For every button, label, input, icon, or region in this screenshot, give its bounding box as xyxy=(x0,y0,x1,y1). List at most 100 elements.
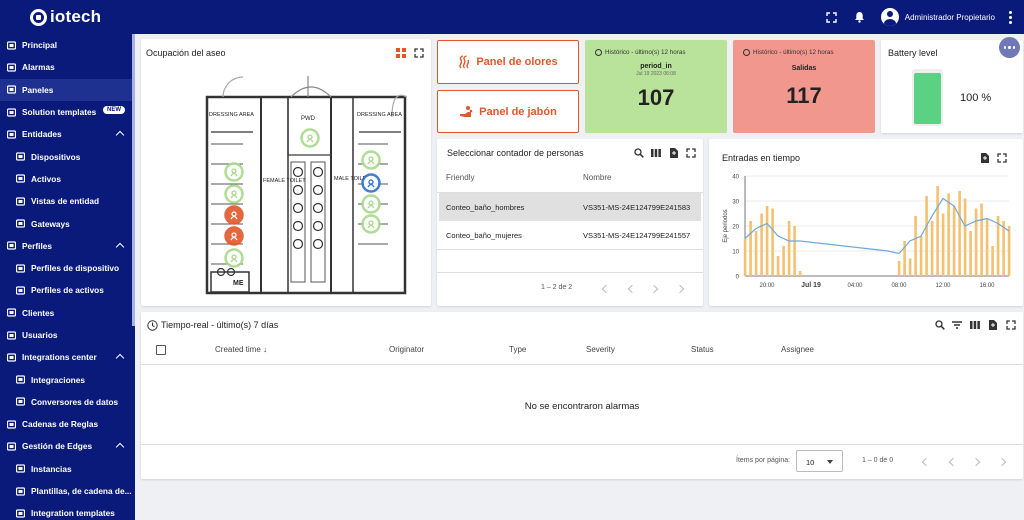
bar[interactable] xyxy=(963,198,967,277)
bar[interactable] xyxy=(771,208,774,277)
col-status[interactable]: Status xyxy=(691,345,714,354)
table-row[interactable]: Conteo_baño_mujeres VS351-MS-24E124799E2… xyxy=(439,221,701,249)
bar[interactable] xyxy=(985,218,989,277)
soap-panel-button[interactable]: Panel de jabón xyxy=(437,90,579,133)
chevron-up-icon[interactable] xyxy=(115,443,125,452)
user-avatar-icon[interactable] xyxy=(880,8,899,26)
occupancy-sensor-icon[interactable] xyxy=(361,194,381,214)
fullscreen-icon[interactable] xyxy=(825,10,839,24)
sidebar-item-entidades[interactable]: Entidades xyxy=(0,123,135,145)
bar[interactable] xyxy=(930,221,934,276)
bar[interactable] xyxy=(754,231,758,276)
bar[interactable] xyxy=(743,238,747,277)
col-assignee[interactable]: Assignee xyxy=(781,345,814,354)
occupancy-sensor-icon[interactable] xyxy=(224,226,244,246)
sidebar-item-gestión-de-edges[interactable]: Gestión de Edges xyxy=(0,435,135,457)
layout-icon[interactable] xyxy=(396,48,406,58)
export-file-icon[interactable] xyxy=(980,153,990,163)
sidebar-item-usuarios[interactable]: Usuarios xyxy=(0,324,135,346)
occupancy-sensor-icon[interactable] xyxy=(224,162,244,182)
notifications-bell-icon[interactable] xyxy=(853,10,867,24)
search-icon[interactable] xyxy=(634,148,644,158)
occupancy-sensor-icon[interactable] xyxy=(300,128,320,148)
col-severity[interactable]: Severity xyxy=(586,345,615,354)
bar[interactable] xyxy=(782,246,785,276)
bar[interactable] xyxy=(1007,226,1011,276)
fullscreen-icon[interactable] xyxy=(414,48,424,58)
bar[interactable] xyxy=(749,221,752,276)
sidebar-item-integration-templates[interactable]: Integration templates xyxy=(0,502,135,520)
sidebar-item-perfiles[interactable]: Perfiles xyxy=(0,235,135,257)
bar[interactable] xyxy=(936,186,939,276)
col-originator[interactable]: Originator xyxy=(389,345,424,354)
occupancy-sensor-icon[interactable] xyxy=(224,184,244,204)
prev-page-icon[interactable] xyxy=(948,457,958,467)
sidebar-item-conversores-de-datos[interactable]: Conversores de datos xyxy=(0,391,135,413)
bar[interactable] xyxy=(798,271,802,276)
floorplan-drawing[interactable]: DRESSING AREA PWD DRESSING AREA FEMALE T… xyxy=(203,72,408,296)
sidebar-item-cadenas-de-reglas[interactable]: Cadenas de Reglas xyxy=(0,413,135,435)
next-page-icon[interactable] xyxy=(971,457,981,467)
last-page-icon[interactable] xyxy=(675,284,685,294)
occupancy-sensor-icon[interactable] xyxy=(361,214,381,234)
sidebar-item-dispositivos[interactable]: Dispositivos xyxy=(0,145,135,167)
sidebar-item-solution-templates[interactable]: Solution templates NEW xyxy=(0,101,135,123)
prev-page-icon[interactable] xyxy=(627,284,637,294)
sidebar-item-activos[interactable]: Activos xyxy=(0,168,135,190)
sidebar-item-principal[interactable]: Principal xyxy=(0,34,135,56)
chevron-up-icon[interactable] xyxy=(115,242,125,251)
bar[interactable] xyxy=(1002,221,1005,276)
table-row[interactable]: Conteo_baño_hombres VS351-MS-24E124799E2… xyxy=(439,193,701,221)
sidebar-item-plantillas-de-cadena-de[interactable]: Plantillas, de cadena de... xyxy=(0,480,135,502)
bar[interactable] xyxy=(947,193,950,277)
sidebar-scrollbar[interactable] xyxy=(132,34,135,326)
next-page-icon[interactable] xyxy=(649,284,659,294)
odor-panel-button[interactable]: Panel de olores xyxy=(437,40,579,84)
bar[interactable] xyxy=(925,196,928,276)
bar[interactable] xyxy=(941,213,945,277)
bar[interactable] xyxy=(958,191,961,276)
more-menu-icon[interactable] xyxy=(1009,10,1012,24)
bar[interactable] xyxy=(793,226,796,276)
export-file-icon[interactable] xyxy=(988,320,998,330)
logo[interactable]: iotech xyxy=(30,7,101,27)
select-all-checkbox[interactable] xyxy=(156,345,166,355)
sidebar-item-paneles[interactable]: Paneles xyxy=(0,78,135,101)
sidebar-item-gateways[interactable]: Gateways xyxy=(0,212,135,234)
filter-icon[interactable] xyxy=(952,320,962,330)
fullscreen-icon[interactable] xyxy=(1006,320,1016,330)
bar[interactable] xyxy=(908,258,912,277)
bar[interactable] xyxy=(980,203,983,277)
first-page-icon[interactable] xyxy=(921,457,931,467)
bar[interactable] xyxy=(919,236,923,276)
columns-icon[interactable] xyxy=(970,320,980,330)
user-name[interactable]: Administrador Propietario xyxy=(905,13,995,22)
search-icon[interactable] xyxy=(935,320,945,330)
bar[interactable] xyxy=(914,216,917,276)
sidebar-item-alarmas[interactable]: Alarmas xyxy=(0,56,135,78)
items-per-page-select[interactable]: 10 xyxy=(796,450,843,472)
alarms-title[interactable]: Tiempo-real - último(s) 7 días xyxy=(161,320,278,330)
bar[interactable] xyxy=(996,216,1000,276)
first-page-icon[interactable] xyxy=(601,284,611,294)
sidebar-item-vistas-de-entidad[interactable]: Vistas de entidad xyxy=(0,190,135,212)
sidebar-item-perfiles-de-activos[interactable]: Perfiles de activos xyxy=(0,279,135,301)
sidebar-item-integrations-center[interactable]: Integrations center xyxy=(0,346,135,368)
sidebar-item-perfiles-de-dispositivo[interactable]: Perfiles de dispositivo xyxy=(0,257,135,279)
chevron-up-icon[interactable] xyxy=(115,353,125,363)
sidebar-item-clientes[interactable]: Clientes xyxy=(0,302,135,324)
fullscreen-icon[interactable] xyxy=(686,148,696,158)
export-file-icon[interactable] xyxy=(669,148,679,158)
sidebar-item-integraciones[interactable]: Integraciones xyxy=(0,368,135,390)
bar[interactable] xyxy=(991,246,994,276)
occupancy-sensor-icon[interactable] xyxy=(224,205,244,225)
bar[interactable] xyxy=(969,231,972,276)
occupancy-sensor-icon[interactable] xyxy=(224,248,244,268)
entries-chart[interactable]: 0 10 20 30 40 Eje periodos 20:00 Jul 19 04:00 08:… xyxy=(709,169,1023,299)
bar[interactable] xyxy=(952,206,956,276)
sidebar-item-instancias[interactable]: Instancias xyxy=(0,458,135,480)
chevron-up-icon[interactable] xyxy=(115,130,125,140)
bar[interactable] xyxy=(787,221,791,276)
occupancy-sensor-icon[interactable] xyxy=(361,173,381,193)
bar[interactable] xyxy=(897,261,901,276)
